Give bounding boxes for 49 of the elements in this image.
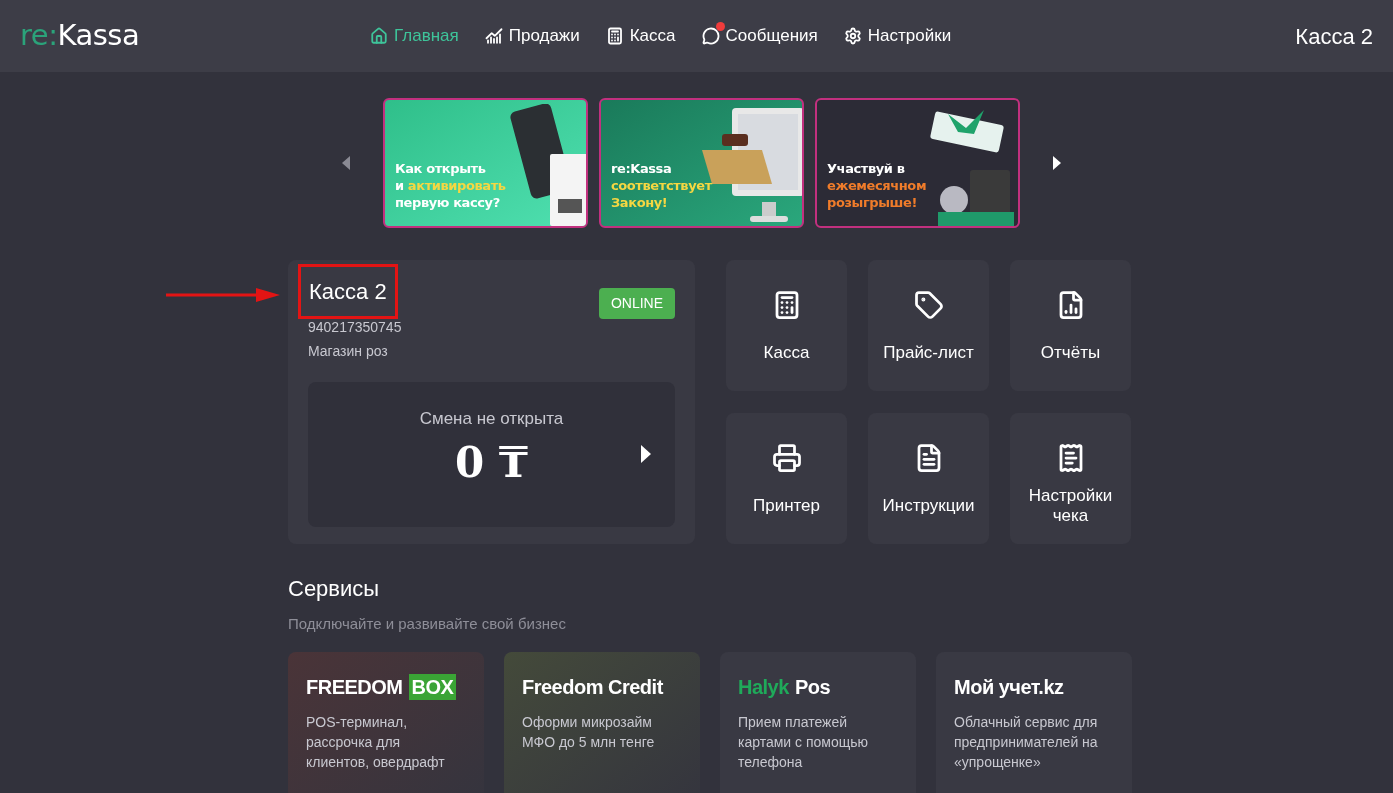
- shift-amount: 0 ₸: [454, 437, 529, 488]
- previous-arrow-icon[interactable]: [342, 156, 350, 170]
- service-description: POS-терминал, рассрочка для клиентов, овердрафт: [306, 712, 446, 772]
- printer-icon: [771, 443, 802, 473]
- price-tag-icon: [913, 290, 944, 320]
- service-logo: Freedom Credit: [522, 674, 663, 700]
- promo-banner[interactable]: Участвуй в ежемесячном розыгрыше!: [815, 98, 1020, 228]
- action-tile[interactable]: Касса: [726, 260, 847, 391]
- service-logo: Мой учет.kz: [954, 674, 1064, 700]
- action-tile[interactable]: Принтер: [726, 413, 847, 544]
- action-tile[interactable]: Отчёты: [1010, 260, 1131, 391]
- service-description: Прием платежей картами с помощью телефона: [738, 712, 870, 772]
- gear-icon: [843, 27, 862, 45]
- status-badge: ONLINE: [598, 288, 675, 319]
- calculator-icon: [605, 27, 624, 45]
- nav-link[interactable]: Сообщения: [701, 23, 818, 49]
- shop-name: Магазин роз: [308, 342, 389, 361]
- nav-link[interactable]: Настройки: [843, 23, 952, 49]
- service-card[interactable]: Freedom Credit Оформи микрозайм МФО до 5 млн тенге: [504, 651, 700, 793]
- services-title: Сервисы: [288, 575, 381, 603]
- action-tile[interactable]: Прайс-лист: [868, 260, 989, 391]
- action-tile[interactable]: Инструкции: [868, 413, 989, 544]
- nav-link[interactable]: Касса: [605, 23, 676, 49]
- service-logo: FREEDOM BOX: [306, 671, 457, 702]
- promo-banner[interactable]: re:Kassa соответствует Закону!: [599, 98, 804, 228]
- service-description: Облачный сервис для предпринимателей на «упрощенке»: [954, 712, 1099, 772]
- shift-panel[interactable]: Смена не открыта 0 ₸: [308, 382, 675, 527]
- chat-bubble-icon: [701, 27, 720, 45]
- service-logo: Halyk Pos: [738, 674, 831, 700]
- next-arrow-icon[interactable]: [1053, 156, 1061, 170]
- banner-text: Участвуй в ежемесячном розыгрыше!: [827, 160, 927, 211]
- logo[interactable]: re:Kassa: [20, 14, 370, 58]
- service-card[interactable]: Halyk Pos Прием платежей картами с помощью телефона: [720, 651, 916, 793]
- register-title: Касса 2: [298, 264, 398, 319]
- home-icon: [370, 27, 388, 45]
- nav-link[interactable]: Продажи: [484, 23, 580, 49]
- nav-link[interactable]: Главная: [370, 23, 459, 49]
- service-description: Оформи микрозайм МФО до 5 млн тенге: [522, 712, 656, 752]
- service-card[interactable]: FREEDOM BOX POS-терминал, рассрочка для клиентов, овердрафт: [288, 651, 484, 793]
- register-name: Касса 2: [1295, 22, 1373, 51]
- banner-text: re:Kassa соответствует Закону!: [611, 160, 712, 211]
- services-subtitle: Подключайте и развивайте свой бизнес: [288, 614, 567, 634]
- open-arrow-icon[interactable]: [641, 445, 651, 463]
- register-number: 940217350745: [308, 318, 403, 337]
- action-tile[interactable]: Настройки чека: [1010, 413, 1131, 544]
- banner-text: Как открыть и активировать первую кассу?: [395, 160, 506, 211]
- chart-icon: [484, 27, 503, 45]
- shift-status: Смена не открыта: [419, 408, 564, 430]
- service-card[interactable]: Мой учет.kz Облачный сервис для предпринимателей на «упрощенке»: [936, 651, 1132, 793]
